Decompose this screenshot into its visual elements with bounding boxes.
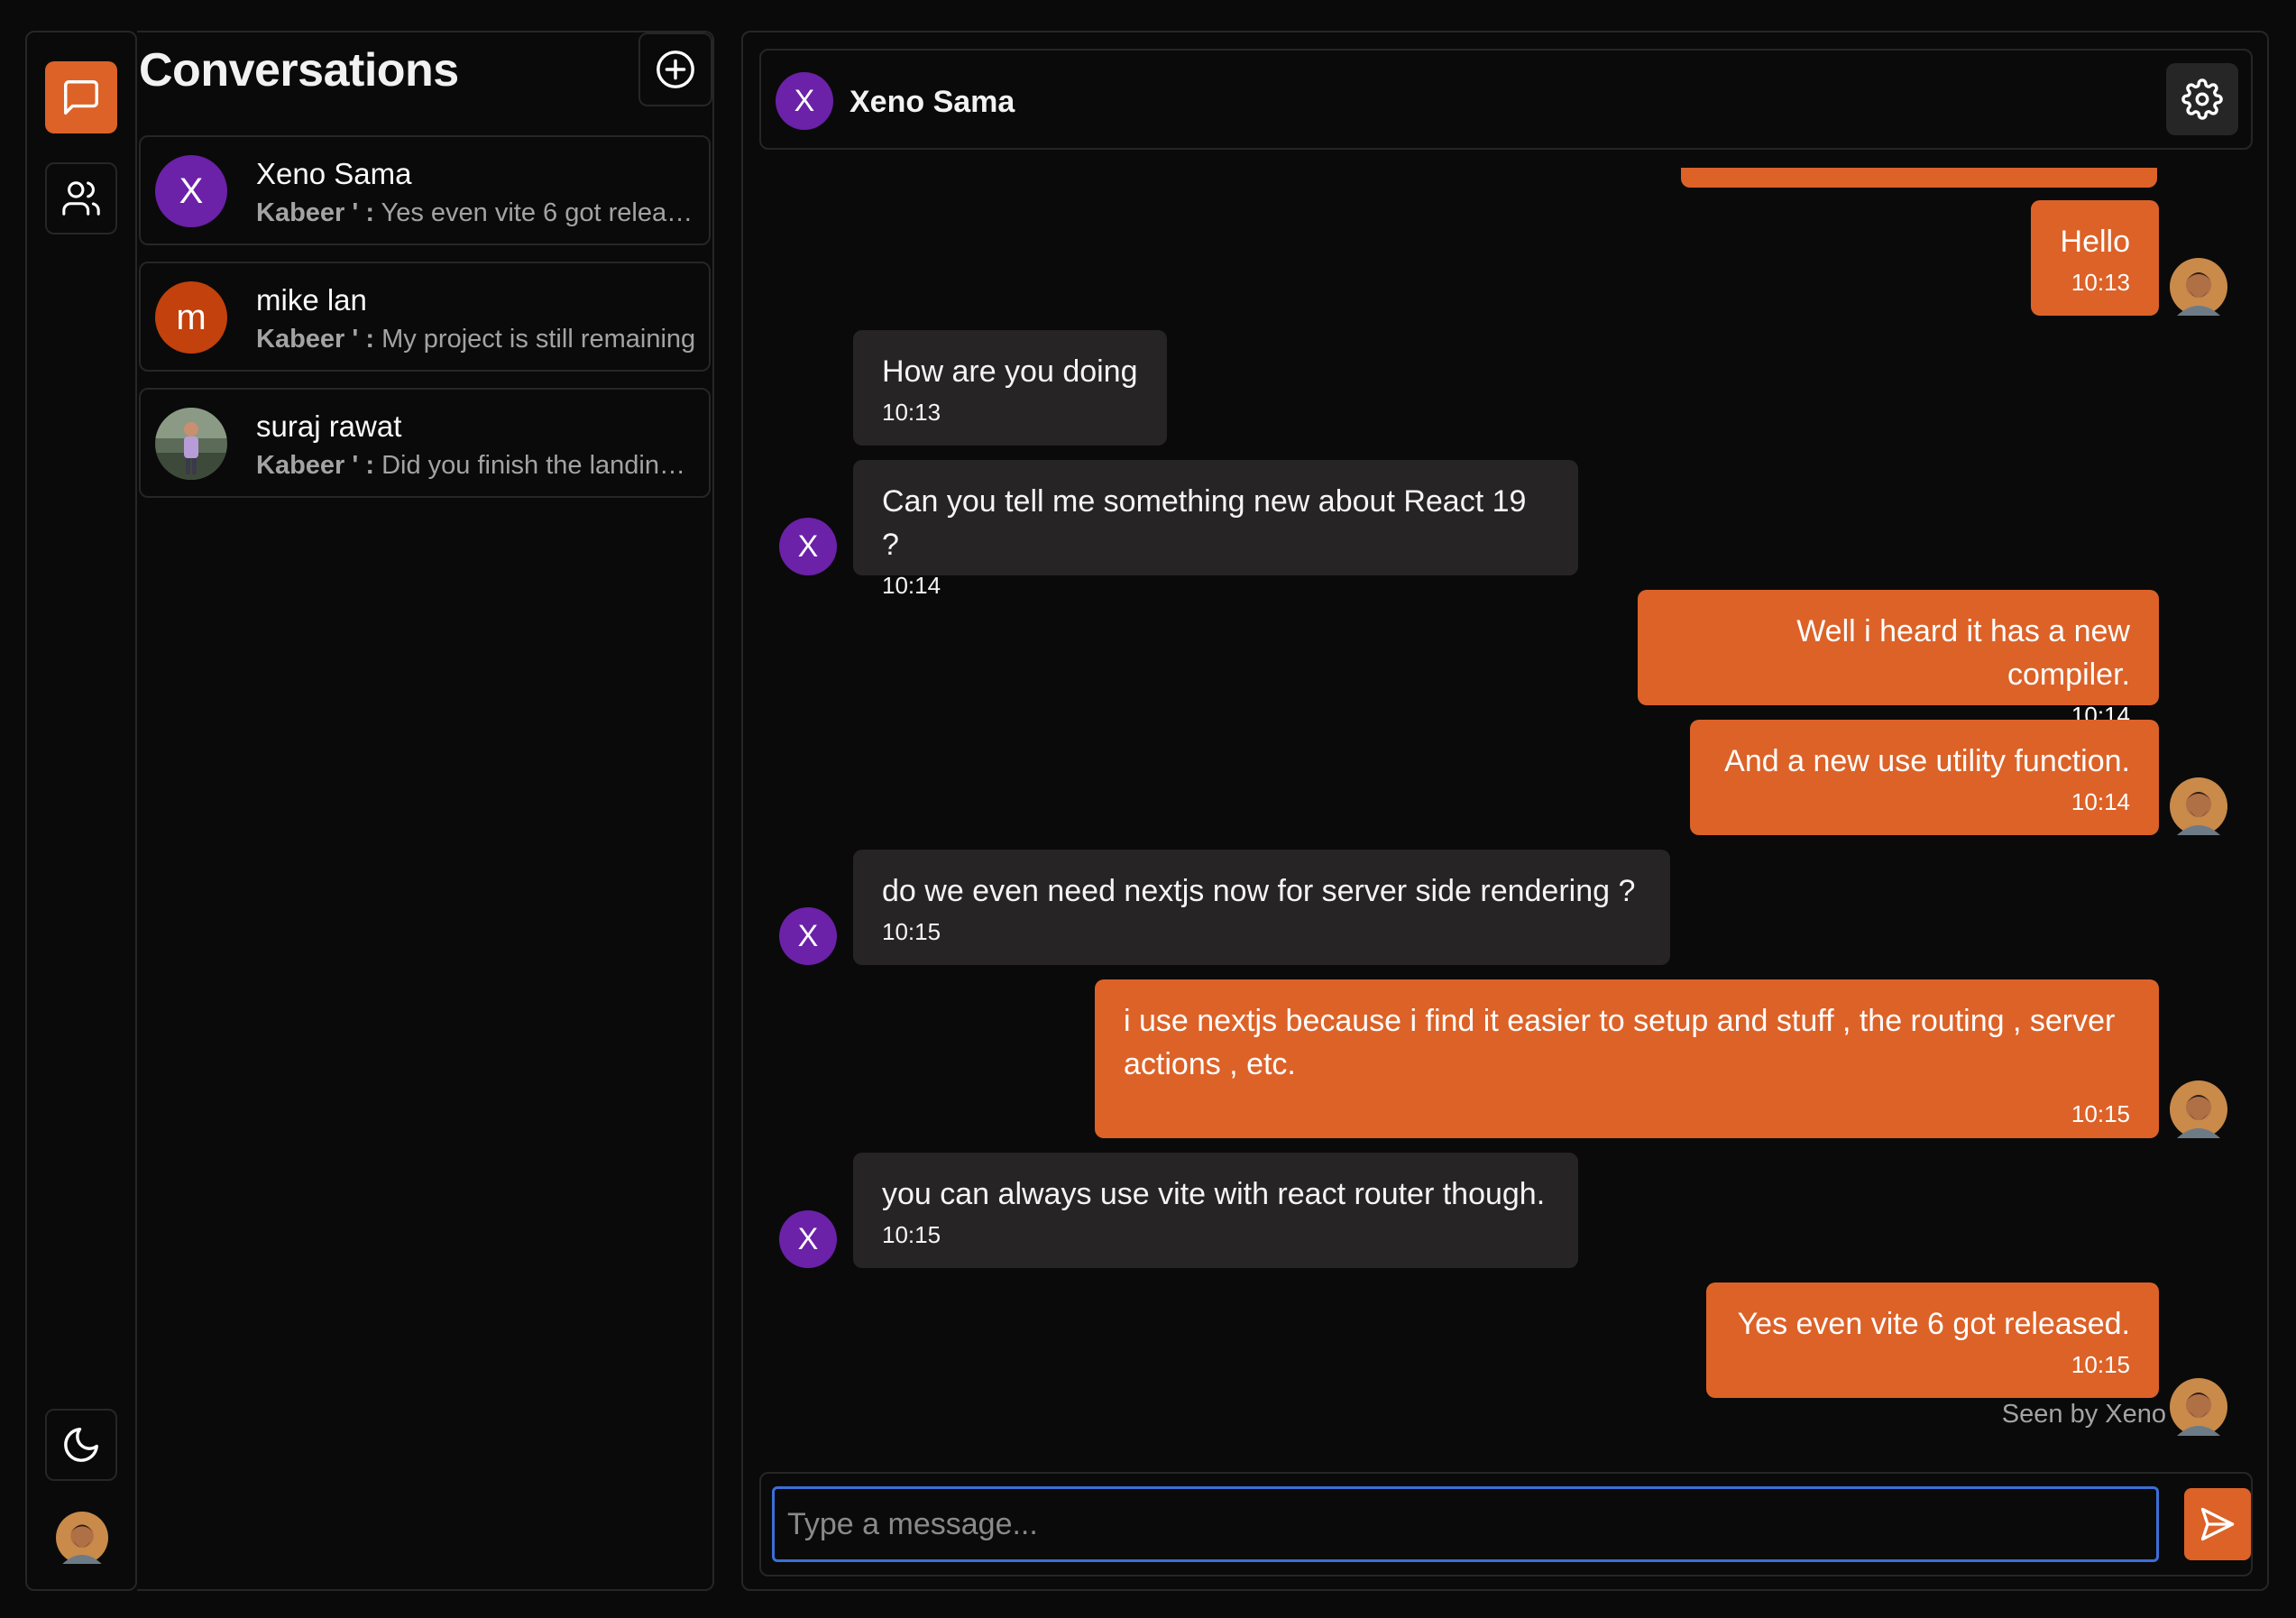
- message-time: 10:14: [882, 572, 941, 599]
- message-bubble-incoming: Can you tell me something new about Reac…: [853, 460, 1578, 599]
- conversation-preview: Kabeer ' : My project is still remaining: [256, 325, 698, 354]
- conversation-name: suraj rawat: [256, 409, 402, 443]
- send-button[interactable]: [2184, 1488, 2251, 1560]
- friends-nav-button[interactable]: [45, 162, 117, 234]
- conversation-name: Xeno Sama: [256, 157, 412, 190]
- conversation-preview: Kabeer ' : Did you finish the landing pa…: [256, 451, 698, 481]
- send-icon: [2200, 1507, 2235, 1541]
- chat-contact-name[interactable]: Xeno Sama: [850, 85, 1015, 120]
- preview-text: Did you finish the landing page?: [381, 451, 698, 480]
- conversation-item[interactable]: m mike lan Kabeer ' : My project is stil…: [139, 262, 711, 372]
- message-text: And a new use utility function.: [1724, 744, 2130, 778]
- message-bubble-outgoing: Yes even vite 6 got released. 10:15: [1706, 1282, 2159, 1398]
- message-input[interactable]: [772, 1486, 2159, 1562]
- users-icon: [62, 181, 100, 216]
- seen-receipt: Seen by Xeno: [2001, 1400, 2166, 1429]
- message-bubble-incoming: How are you doing 10:13: [853, 330, 1167, 446]
- chat-avatar[interactable]: X: [776, 72, 833, 130]
- conversation-name: mike lan: [256, 283, 367, 317]
- my-avatar: [2170, 1378, 2227, 1436]
- contact-avatar: X: [779, 907, 837, 965]
- message-text: Hello: [2060, 225, 2130, 259]
- message-time: 10:13: [882, 399, 941, 426]
- conversation-avatar: X: [155, 155, 227, 227]
- message-bubble-outgoing: Hello 10:13: [2031, 200, 2159, 316]
- conversations-title: Conversations: [139, 44, 459, 97]
- message-time: 10:13: [2071, 269, 2130, 296]
- chat-panel: X Xeno Sama Hello 10:13 How are you doin…: [741, 31, 2269, 1591]
- moon-icon: [64, 1428, 98, 1462]
- conversations-panel: Conversations X Xeno Sama Kabeer ' : Yes…: [137, 31, 714, 1591]
- message-bubble-outgoing: i use nextjs because i find it easier to…: [1095, 979, 2159, 1138]
- message-text: Yes even vite 6 got released.: [1737, 1307, 2130, 1341]
- my-avatar: [2170, 1080, 2227, 1138]
- message-square-icon: [64, 80, 98, 115]
- message-bubble-incoming: you can always use vite with react route…: [853, 1153, 1578, 1268]
- my-avatar: [2170, 777, 2227, 835]
- conversation-item[interactable]: suraj rawat Kabeer ' : Did you finish th…: [139, 388, 711, 498]
- contact-avatar: X: [779, 1210, 837, 1268]
- profile-photo: [155, 408, 227, 480]
- chat-header: X Xeno Sama: [759, 49, 2253, 150]
- plus-circle-icon: [657, 51, 694, 88]
- message-text: Can you tell me something new about Reac…: [882, 484, 1527, 562]
- chats-nav-button[interactable]: [45, 61, 117, 133]
- message-time: 10:15: [2071, 1351, 2130, 1378]
- sidebar-rail: [25, 31, 137, 1591]
- user-avatar[interactable]: [56, 1512, 108, 1564]
- chat-settings-button[interactable]: [2166, 63, 2238, 135]
- message-text: Well i heard it has a new compiler.: [1796, 614, 2130, 692]
- preview-text: My project is still remaining: [381, 325, 696, 354]
- preview-text: Yes even vite 6 got released.: [381, 198, 698, 227]
- scrolled-message-edge: [1681, 168, 2157, 188]
- contact-avatar: X: [779, 518, 837, 575]
- message-composer: [759, 1472, 2253, 1577]
- message-text: you can always use vite with react route…: [882, 1177, 1546, 1211]
- conversation-avatar: m: [155, 281, 227, 354]
- message-text: do we even need nextjs now for server si…: [882, 874, 1636, 908]
- message-time: 10:15: [882, 1221, 941, 1248]
- conversation-preview: Kabeer ' : Yes even vite 6 got released.: [256, 198, 698, 228]
- preview-sender: Kabeer ' :: [256, 325, 374, 354]
- my-avatar: [2170, 258, 2227, 316]
- message-time: 10:15: [2071, 1100, 2130, 1127]
- conversation-avatar: [155, 408, 227, 480]
- new-conversation-button[interactable]: [638, 32, 712, 106]
- message-bubble-outgoing: Well i heard it has a new compiler. 10:1…: [1638, 590, 2159, 729]
- conversation-item[interactable]: X Xeno Sama Kabeer ' : Yes even vite 6 g…: [139, 135, 711, 245]
- preview-sender: Kabeer ' :: [256, 451, 374, 480]
- gear-icon: [2181, 78, 2223, 120]
- message-time: 10:14: [2071, 788, 2130, 815]
- preview-sender: Kabeer ' :: [256, 198, 374, 227]
- message-time: 10:15: [882, 918, 941, 945]
- theme-toggle-button[interactable]: [45, 1409, 117, 1481]
- message-text: How are you doing: [882, 354, 1138, 389]
- message-text: i use nextjs because i find it easier to…: [1124, 1004, 2116, 1081]
- message-bubble-outgoing: And a new use utility function. 10:14: [1690, 720, 2159, 835]
- message-bubble-incoming: do we even need nextjs now for server si…: [853, 850, 1670, 965]
